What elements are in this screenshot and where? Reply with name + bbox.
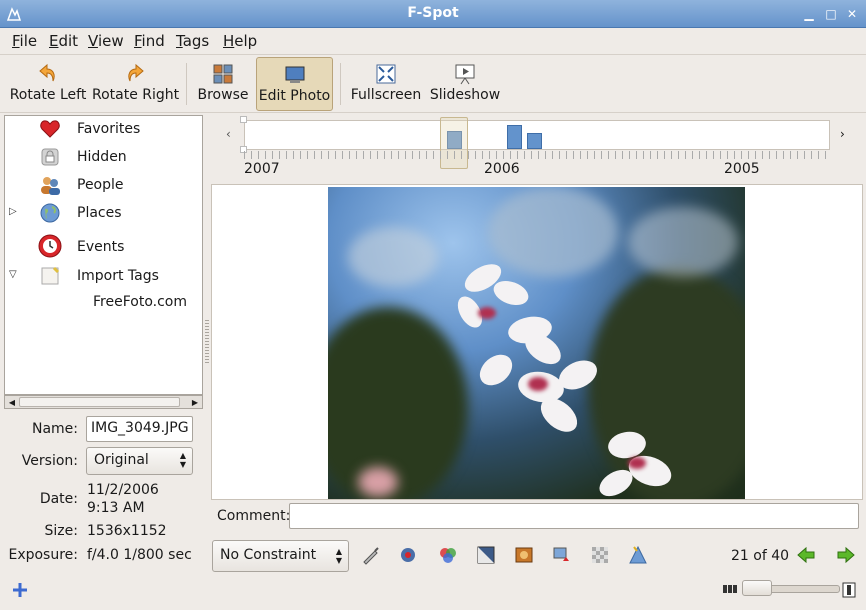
edit-photo-icon [285,66,304,83]
timeline[interactable]: ‹ 2007 2006 2005 › [212,115,862,183]
combo-arrows-icon: ▲ ▼ [179,451,186,469]
timeline-histogram[interactable] [244,120,830,150]
size-label: Size: [44,523,78,539]
menu-edit[interactable]: Edit [49,32,78,50]
timeline-range-handle[interactable] [240,116,247,123]
version-label: Version: [21,453,78,469]
exposure-value: f/4.0 1/800 sec [87,547,192,563]
collapse-arrow-icon[interactable]: ▽ [9,269,19,280]
pane-resize-handle[interactable] [205,320,209,364]
minimize-icon[interactable]: ▁ [802,7,816,21]
add-icon[interactable] [12,582,28,598]
next-photo-icon[interactable] [836,545,856,565]
timeline-left-arrow-icon[interactable]: ‹ [226,127,231,141]
timeline-right-arrow-icon[interactable]: › [840,127,845,141]
fullscreen-button[interactable]: Fullscreen [348,57,424,111]
photo-counter: 21 of 40 [731,548,790,564]
menu-file[interactable]: File [12,32,37,50]
tag-events[interactable]: Events [5,233,200,261]
rotate-left-icon [39,63,55,82]
scroll-left-icon[interactable]: ◀ [6,397,18,408]
rotate-left-button[interactable]: Rotate Left [8,57,88,111]
browse-icon [213,64,233,84]
time-value: 9:13 AM [87,500,145,516]
tag-people[interactable]: People [5,174,200,198]
constraint-select[interactable]: No Constraint ▲ ▼ [212,540,349,572]
desaturate-icon[interactable] [476,545,496,565]
timeline-selection[interactable] [440,117,468,169]
date-label: Date: [39,491,78,507]
version-select[interactable]: Original ▲ ▼ [86,447,193,475]
clock-icon [38,234,62,258]
toolbar-separator [186,63,187,105]
fullscreen-icon [376,64,396,84]
window-title: F-Spot [407,5,459,21]
name-field[interactable]: IMG_3049.JPG [86,416,193,442]
menu-bar: File Edit View Find Tags Help [0,28,866,55]
tag-places[interactable]: ▷ Places [5,202,200,226]
edit-photo-button[interactable]: Edit Photo [256,57,333,111]
menu-help[interactable]: Help [223,32,257,50]
exposure-label: Exposure: [8,547,78,563]
slideshow-icon [455,64,475,85]
tag-import-tags[interactable]: ▽ Import Tags [5,265,200,289]
zoom-slider-thumb[interactable] [742,580,772,596]
timeline-bar [507,125,522,149]
people-icon [41,177,60,195]
slideshow-button[interactable]: Slideshow [429,57,501,111]
zoom-out-icon[interactable] [722,583,738,595]
comment-input[interactable] [289,503,859,529]
tag-favorites[interactable]: Favorites [5,118,200,142]
zoom-in-icon[interactable] [842,582,856,598]
toolbar-separator [340,63,341,105]
tag-freefoto[interactable]: FreeFoto.com [5,291,200,315]
name-label: Name: [31,421,78,437]
rotate-right-icon [128,63,144,82]
timeline-bar [527,133,542,149]
red-eye-icon[interactable] [398,545,418,565]
maximize-icon[interactable]: □ [824,7,838,21]
timeline-ticks [244,151,830,159]
menu-view[interactable]: View [88,32,124,50]
straighten-icon[interactable] [361,545,381,565]
tree-horizontal-scrollbar[interactable]: ◀ ▶ [4,395,203,409]
title-bar: F-Spot ▁ □ ✕ [0,0,866,28]
soft-focus-icon[interactable] [590,545,610,565]
menu-find[interactable]: Find [134,32,165,50]
close-icon[interactable]: ✕ [845,7,859,21]
tag-tree[interactable]: Favorites Hidden People ▷ Places Events … [4,115,203,395]
globe-icon [40,203,60,223]
timeline-year: 2007 [244,161,280,177]
lock-icon [41,148,59,166]
size-value: 1536x1152 [87,523,167,539]
comment-label: Comment: [217,508,291,524]
toolbar: Rotate Left Rotate Right Browse Edit Pho… [0,55,866,113]
scroll-right-icon[interactable]: ▶ [189,397,201,408]
tag-hidden[interactable]: Hidden [5,146,200,170]
combo-arrows-icon: ▲ ▼ [335,547,342,565]
scroll-thumb[interactable] [19,397,180,407]
browse-button[interactable]: Browse [195,57,251,111]
timeline-year: 2005 [724,161,760,177]
import-tag-icon [41,266,60,285]
menu-tags[interactable]: Tags [176,32,209,50]
date-value: 11/2/2006 [87,482,159,498]
color-adjust-icon[interactable] [438,545,458,565]
expand-arrow-icon[interactable]: ▷ [9,206,19,217]
auto-enhance-icon[interactable] [552,545,572,565]
rotate-right-button[interactable]: Rotate Right [92,57,179,111]
previous-photo-icon[interactable] [796,545,816,565]
heart-icon [40,120,60,138]
sepia-icon[interactable] [514,545,534,565]
tilt-shift-icon[interactable] [628,545,648,565]
timeline-year: 2006 [484,161,520,177]
photo-image[interactable] [328,187,745,499]
